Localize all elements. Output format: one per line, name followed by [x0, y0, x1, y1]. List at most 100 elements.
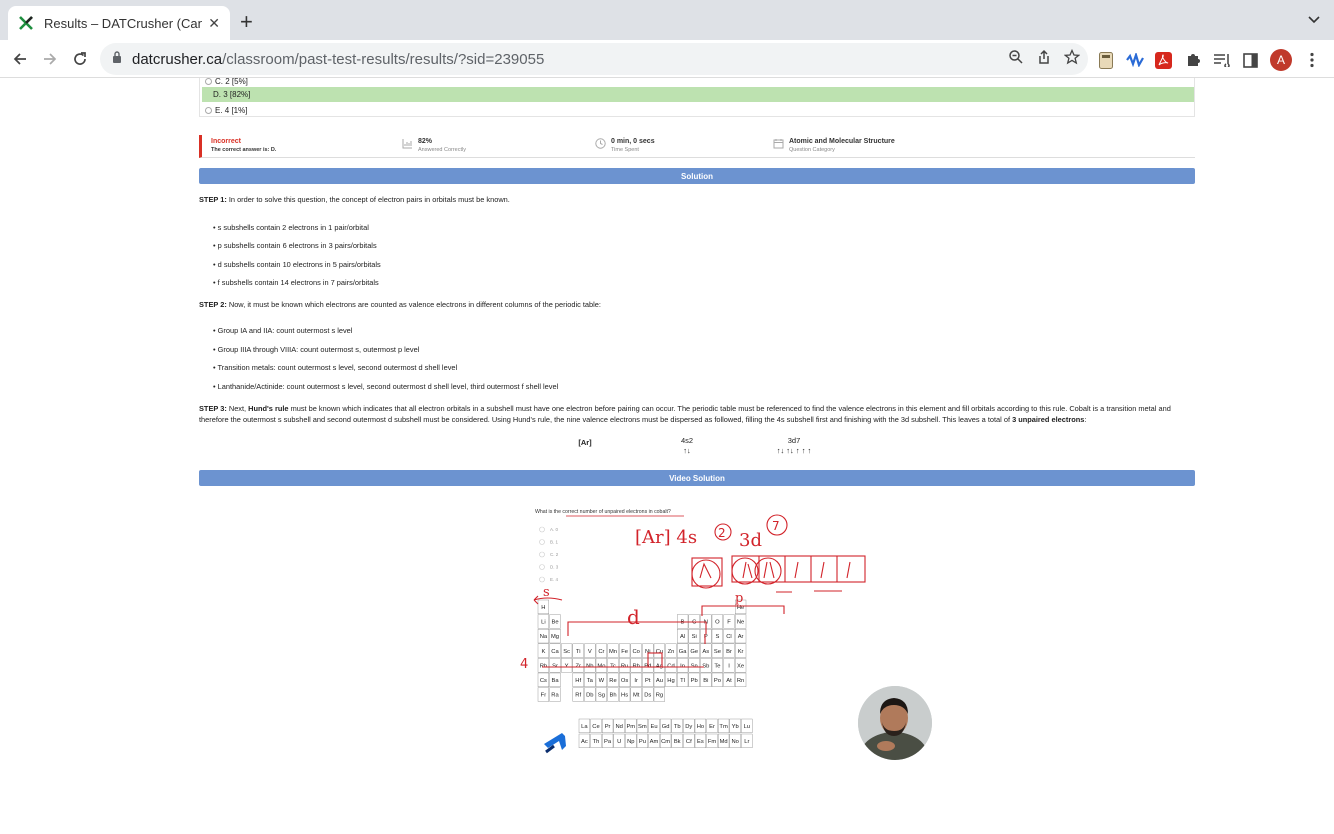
step1-body: In order to solve this question, the con… [226, 195, 510, 204]
element-cell: Ce [590, 718, 602, 734]
reload-icon[interactable] [70, 49, 90, 69]
hw-s-sup: 2 [718, 526, 726, 540]
element-cell: Os [618, 672, 631, 688]
back-arrow-icon[interactable] [10, 49, 30, 69]
element-cell: Mg [549, 628, 561, 644]
element-cell: Cf [683, 733, 695, 749]
chevron-down-icon[interactable] [1308, 12, 1320, 30]
url-domain: datcrusher.ca [132, 50, 223, 68]
forward-arrow-icon[interactable] [40, 49, 60, 69]
element-symbol: In [680, 663, 685, 669]
bookmark-star-icon[interactable] [1063, 48, 1081, 70]
element-cell: Na [537, 628, 550, 644]
presenter-avatar-icon [858, 686, 932, 760]
hw-period: 4 [520, 657, 528, 672]
video-option: D. 3 [550, 565, 559, 570]
element-symbol: Ra [551, 693, 559, 699]
result-stat: Incorrect The correct answer is: D. [211, 137, 276, 155]
element-cell: S [711, 628, 724, 644]
calculator-extension-icon[interactable] [1096, 51, 1115, 70]
video-option-radio [539, 526, 545, 533]
browser-tab[interactable]: Results – DATCrusher (Canadian ✕ [8, 6, 230, 40]
choice-e[interactable]: E. 4 [1%] [202, 104, 1194, 117]
element-symbol: Po [714, 678, 721, 684]
answer-choices: C. 2 [5%] D. 3 [82%] E. 4 [1%] [199, 78, 1195, 117]
choice-d-selected[interactable]: D. 3 [82%] [202, 87, 1194, 102]
element-symbol: Se [714, 649, 721, 655]
video-question: What is the correct number of unpaired e… [535, 509, 671, 515]
element-symbol: U [617, 739, 621, 745]
element-cell: Ds [642, 687, 654, 702]
step3-intro: Next, [226, 404, 249, 413]
element-symbol: Zr [575, 663, 581, 669]
new-tab-icon[interactable]: + [240, 10, 253, 34]
radio-icon[interactable] [205, 78, 212, 85]
element-symbol: Tb [674, 724, 681, 730]
element-symbol: Br [726, 649, 732, 655]
element-symbol: Fr [541, 693, 547, 699]
element-symbol: No [731, 739, 738, 745]
element-cell: Tm [718, 718, 730, 734]
puzzle-extensions-icon[interactable] [1183, 51, 1202, 70]
element-symbol: Lr [744, 739, 749, 745]
pdf-extension-icon[interactable] [1154, 51, 1173, 70]
element-symbol: Ac [581, 739, 588, 745]
audio-wave-extension-icon[interactable] [1125, 51, 1144, 70]
time-label: Time Spent [611, 147, 639, 153]
bullet-text: d subshells contain 10 electrons in 5 pa… [217, 260, 381, 269]
element-cell: Hf [572, 672, 584, 688]
element-symbol: Fe [621, 649, 628, 655]
element-symbol: Rf [575, 693, 581, 699]
element-symbol: Mo [597, 663, 605, 669]
element-symbol: Os [621, 678, 629, 684]
element-cell: Pu [636, 733, 649, 749]
element-cell: Pt [642, 672, 654, 688]
element-symbol: Xe [737, 663, 744, 669]
video-solution-header: Video Solution [199, 470, 1195, 486]
side-panel-icon[interactable] [1241, 51, 1260, 70]
zoom-icon[interactable] [1008, 49, 1024, 70]
step1-bullet: • p subshells contain 6 electrons in 3 p… [213, 241, 377, 250]
step3-text: STEP 3: Next, Hund's rule must be known … [199, 403, 1195, 425]
element-cell: Tl [676, 672, 689, 688]
bullet-text: s subshells contain 2 electrons in 1 pai… [217, 223, 369, 232]
close-tab-icon[interactable]: ✕ [208, 15, 220, 32]
element-cell: V [584, 643, 596, 658]
bullet-text: Lanthanide/Actinide: count outermost s l… [217, 382, 559, 391]
element-cell: Fr [537, 687, 550, 702]
address-bar[interactable]: datcrusher.ca/classroom/past-test-result… [100, 43, 1088, 75]
element-cell: Rf [572, 687, 584, 702]
tab-title: Results – DATCrusher (Canadian [44, 15, 203, 31]
radio-icon[interactable] [205, 107, 212, 114]
element-cell: Xe [735, 658, 747, 673]
element-cell: W [595, 672, 608, 688]
element-symbol: W [599, 678, 605, 684]
element-symbol: Sg [598, 693, 605, 699]
profile-avatar[interactable]: A [1270, 49, 1292, 71]
share-icon[interactable] [1036, 49, 1052, 70]
kebab-menu-icon[interactable] [1302, 51, 1321, 70]
element-symbol: Es [697, 739, 704, 745]
element-cell: Ba [549, 672, 561, 688]
element-symbol: Nb [586, 663, 593, 669]
element-cell: Md [718, 733, 730, 749]
element-symbol: Pt [645, 678, 651, 684]
browser-toolbar: datcrusher.ca/classroom/past-test-result… [0, 40, 1334, 78]
hw-d-mark: d [627, 605, 640, 629]
video-option: B. 1 [550, 540, 559, 545]
element-symbol: Y [565, 663, 569, 669]
chart-icon [402, 139, 412, 149]
element-cell: Rg [653, 687, 666, 702]
element-cell: Sb [700, 658, 712, 673]
reading-list-icon[interactable] [1212, 51, 1231, 70]
element-cell: In [676, 658, 689, 673]
video-player[interactable]: What is the correct number of unpaired e… [462, 496, 938, 764]
element-cell: Cm [659, 733, 672, 749]
element-cell: Mt [630, 687, 642, 702]
step3-answer: 3 unpaired electrons [1012, 415, 1085, 424]
element-symbol: Ho [697, 724, 704, 730]
element-symbol: Au [656, 678, 663, 684]
element-symbol: Mn [609, 649, 617, 655]
element-cell: Pm [625, 718, 637, 734]
element-cell: Te [711, 658, 724, 673]
